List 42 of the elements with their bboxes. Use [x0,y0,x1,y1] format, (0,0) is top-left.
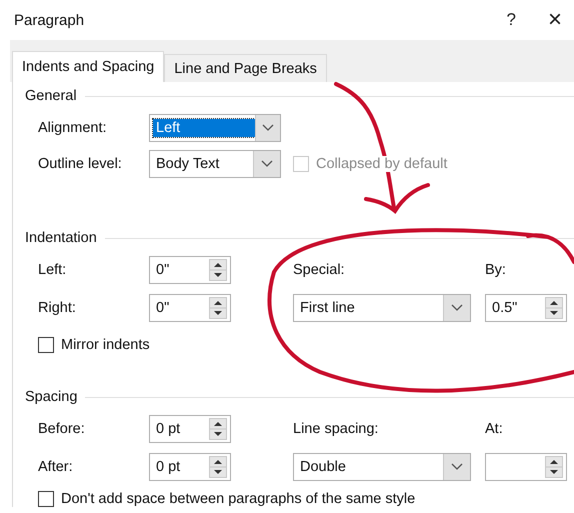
caret-icon [261,160,273,168]
dropdown[interactable]: Body Text [149,150,281,178]
spin-field[interactable]: 0 pt [149,415,231,443]
field-label: Line spacing: [293,421,380,437]
spinner-arrows-icon[interactable] [545,456,563,478]
field-label: Special: [293,262,346,278]
spinner-arrows-icon[interactable] [209,418,227,440]
close-button[interactable]: × [548,6,562,34]
field-label: Right: [38,300,77,316]
field-label: After: [38,459,74,475]
tab[interactable]: Line and Page Breaks [164,54,327,82]
dropdown[interactable]: Left [149,114,281,142]
caret-icon [262,124,274,132]
checkbox[interactable] [38,337,54,353]
field-label: Alignment: [38,120,108,136]
dropdown[interactable]: First line [293,294,471,322]
checkbox-label: Collapsed by default [316,156,448,172]
section-heading: Spacing [25,389,78,405]
field-label: By: [485,262,507,278]
section-heading: General [25,88,77,104]
checkbox[interactable] [38,491,54,507]
section-heading: Indentation [25,230,97,246]
field-label: Before: [38,421,86,437]
spinner-arrows-icon[interactable] [209,259,227,281]
spin-field[interactable]: 0 pt [149,453,231,481]
caret-icon [451,304,463,312]
spin-field[interactable]: 0" [149,294,231,322]
window-title: Paragraph [14,12,86,28]
dropdown[interactable]: Double [293,453,471,481]
spinner-arrows-icon[interactable] [545,297,563,319]
help-button[interactable]: ? [506,10,516,30]
checkbox-label: Don't add space between paragraphs of the same style [61,491,416,507]
spin-field[interactable] [485,453,567,481]
tab[interactable]: Indents and Spacing [12,51,164,82]
spinner-arrows-icon[interactable] [209,456,227,478]
spinner-arrows-icon[interactable] [209,297,227,319]
caret-icon [451,463,463,471]
field-label: Outline level: [38,156,123,172]
field-label: At: [485,421,504,437]
spin-field[interactable]: 0.5" [485,294,567,322]
spin-field[interactable]: 0" [149,256,231,284]
field-label: Left: [38,262,68,278]
